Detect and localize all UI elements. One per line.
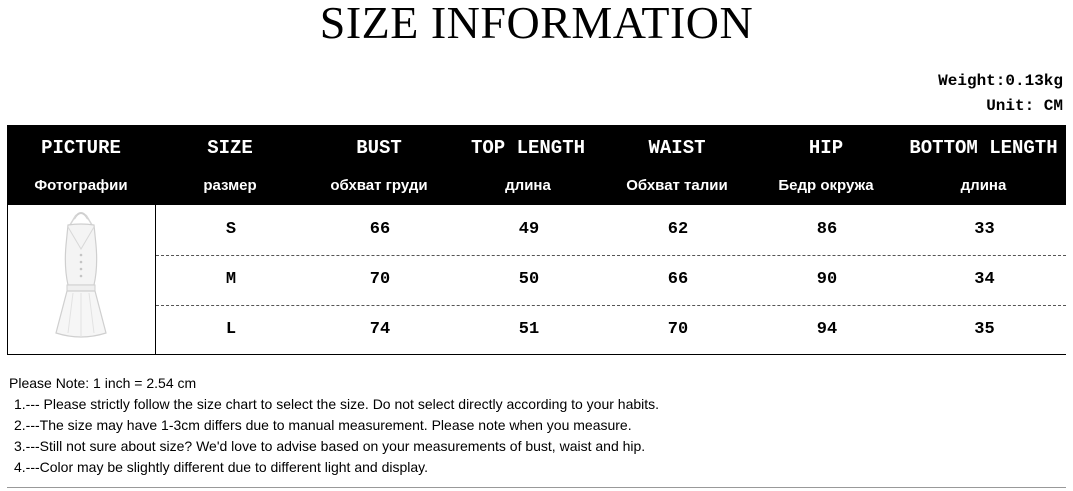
cell-waist: 70	[667, 320, 689, 339]
header-top-length: TOP LENGTH длина	[453, 125, 603, 205]
header-waist: WAIST Обхват талии	[603, 125, 751, 205]
header-bust-ru: обхват груди	[330, 177, 428, 194]
header-picture-en: PICTURE	[41, 137, 121, 159]
header-hip-en: HIP	[808, 137, 844, 159]
page-title: SIZE INFORMATION	[319, 0, 754, 48]
product-picture	[8, 205, 155, 354]
header-hip-ru: Бедр окружа	[778, 177, 874, 194]
cell-bust: 70	[369, 270, 391, 289]
header-picture: PICTURE Фотографии	[7, 125, 155, 205]
header-hip: HIP Бедр окружа	[751, 125, 901, 205]
header-picture-ru: Фотографии	[34, 177, 128, 194]
table-row: S 66 49 62 86 33	[156, 205, 1066, 255]
table-bottom-border	[7, 354, 1066, 355]
cell-size: S	[225, 220, 237, 239]
size-notes: Please Note: 1 inch = 2.54 cm 1.--- Plea…	[9, 373, 1059, 478]
note-item: 3.---Still not sure about size? We'd lov…	[14, 438, 646, 454]
footer-divider	[7, 487, 1066, 488]
header-top-length-en: TOP LENGTH	[470, 137, 586, 159]
cell-size: L	[225, 320, 237, 339]
table-row: M 70 50 66 90 34	[156, 255, 1066, 305]
note-intro: Please Note: 1 inch = 2.54 cm	[9, 375, 197, 391]
header-size-ru: размер	[203, 177, 257, 194]
header-bust: BUST обхват груди	[305, 125, 453, 205]
header-bust-en: BUST	[356, 137, 402, 159]
header-top-length-ru: длина	[505, 177, 551, 194]
cell-bust: 74	[369, 320, 391, 339]
cell-size: M	[225, 270, 237, 289]
header-size: SIZE размер	[155, 125, 305, 205]
cell-bottom-length: 34	[974, 270, 995, 289]
header-bottom-length: BOTTOM LENGTH длина	[901, 125, 1066, 205]
size-table-body: S 66 49 62 86 33 M 70 50 66 90 34 L 74 5…	[7, 205, 1066, 355]
cell-waist: 62	[667, 220, 689, 239]
weight-label: Weight:0.13kg	[938, 72, 1063, 90]
header-waist-ru: Обхват талии	[626, 177, 728, 194]
halter-dress-illustration	[55, 212, 107, 338]
note-item: 4.---Color may be slightly different due…	[14, 459, 428, 475]
cell-bottom-length: 33	[974, 220, 995, 239]
cell-hip: 90	[816, 270, 838, 289]
header-size-en: SIZE	[207, 137, 253, 159]
cell-top-length: 50	[518, 270, 540, 289]
cell-bust: 66	[369, 220, 391, 239]
cell-top-length: 49	[518, 220, 540, 239]
header-bottom-length-en: BOTTOM LENGTH	[909, 137, 1058, 159]
cell-top-length: 51	[518, 320, 540, 339]
cell-hip: 94	[816, 320, 838, 339]
cell-bottom-length: 35	[974, 320, 995, 339]
cell-waist: 66	[667, 270, 689, 289]
note-item: 1.--- Please strictly follow the size ch…	[14, 396, 660, 412]
header-bottom-length-ru: длина	[960, 177, 1007, 194]
size-table-header: PICTURE Фотографии SIZE размер BUST обхв…	[7, 125, 1066, 205]
cell-hip: 86	[816, 220, 838, 239]
unit-label: Unit: CM	[986, 97, 1063, 115]
note-item: 2.---The size may have 1-3cm differs due…	[14, 417, 632, 433]
header-waist-en: WAIST	[648, 137, 706, 159]
table-row: L 74 51 70 94 35	[156, 305, 1066, 355]
